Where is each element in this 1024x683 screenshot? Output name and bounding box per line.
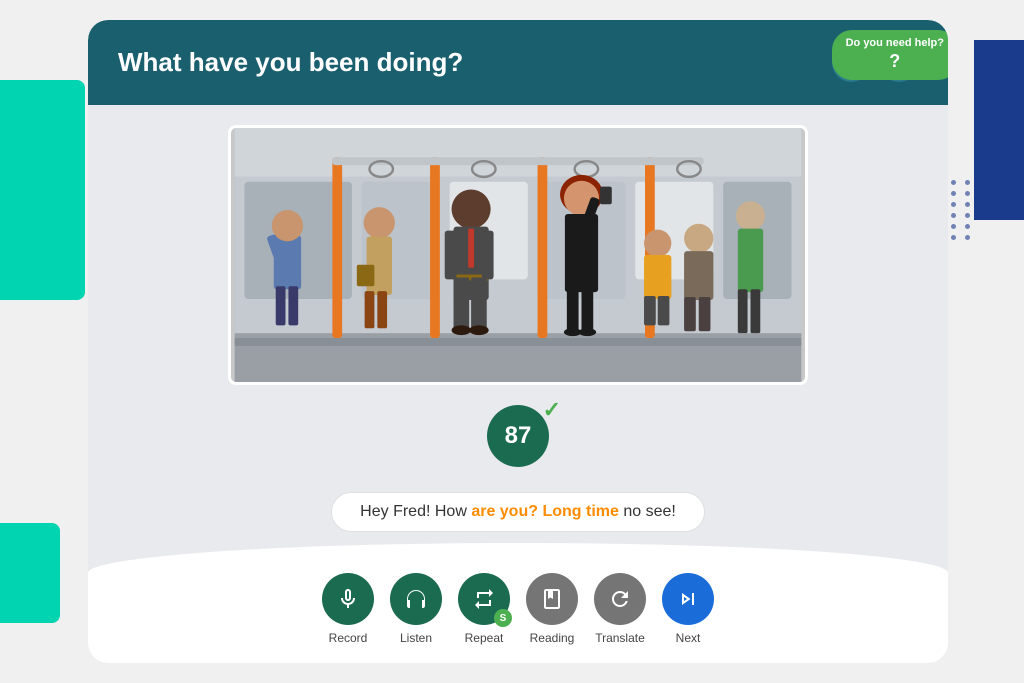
listen-control[interactable]: Listen (390, 573, 442, 645)
page-title: What have you been doing? (118, 47, 463, 78)
sentence-prefix: Hey Fred! How (360, 503, 471, 520)
mic-icon (336, 587, 360, 611)
checkmark-icon: ✓ (543, 397, 561, 423)
next-icon (676, 587, 700, 611)
repeat-icon (472, 587, 496, 611)
record-label: Record (329, 631, 368, 645)
listen-label: Listen (400, 631, 432, 645)
help-badge[interactable]: Do you need help? ? (832, 30, 948, 80)
bg-cyan-left (0, 80, 85, 300)
sentence-suffix: no see! (619, 503, 676, 520)
next-button[interactable] (662, 573, 714, 625)
reading-icon (540, 587, 564, 611)
lesson-image (228, 125, 808, 385)
main-card: What have you been doing? Do you need he… (88, 20, 948, 663)
content-area: 87 ✓ Hey Fred! How are you? Long time no… (88, 105, 948, 547)
headphones-icon (404, 587, 428, 611)
score-circle: 87 ✓ (487, 405, 549, 467)
reading-label: Reading (530, 631, 575, 645)
bg-blue-right (974, 40, 1024, 220)
sentence-display: Hey Fred! How are you? Long time no see! (331, 492, 705, 532)
score-value: 87 (505, 422, 532, 450)
translate-button[interactable] (594, 573, 646, 625)
translate-label: Translate (595, 631, 645, 645)
translate-control[interactable]: Translate (594, 573, 646, 645)
sentence-highlight: are you? Long time (471, 503, 619, 520)
score-area: 87 ✓ (487, 405, 549, 467)
record-button[interactable] (322, 573, 374, 625)
controls-bar: Record Listen S Repeat (88, 573, 948, 645)
record-control[interactable]: Record (322, 573, 374, 645)
reading-control[interactable]: Reading (526, 573, 578, 645)
header: What have you been doing? Do you need he… (88, 20, 948, 105)
reading-button[interactable] (526, 573, 578, 625)
listen-button[interactable] (390, 573, 442, 625)
repeat-s-badge: S (494, 609, 512, 627)
repeat-control[interactable]: S Repeat (458, 573, 510, 645)
repeat-button[interactable]: S (458, 573, 510, 625)
repeat-label: Repeat (465, 631, 504, 645)
next-label: Next (676, 631, 701, 645)
translate-icon (608, 587, 632, 611)
next-control[interactable]: Next (662, 573, 714, 645)
bg-cyan-bottom-left (0, 523, 60, 623)
